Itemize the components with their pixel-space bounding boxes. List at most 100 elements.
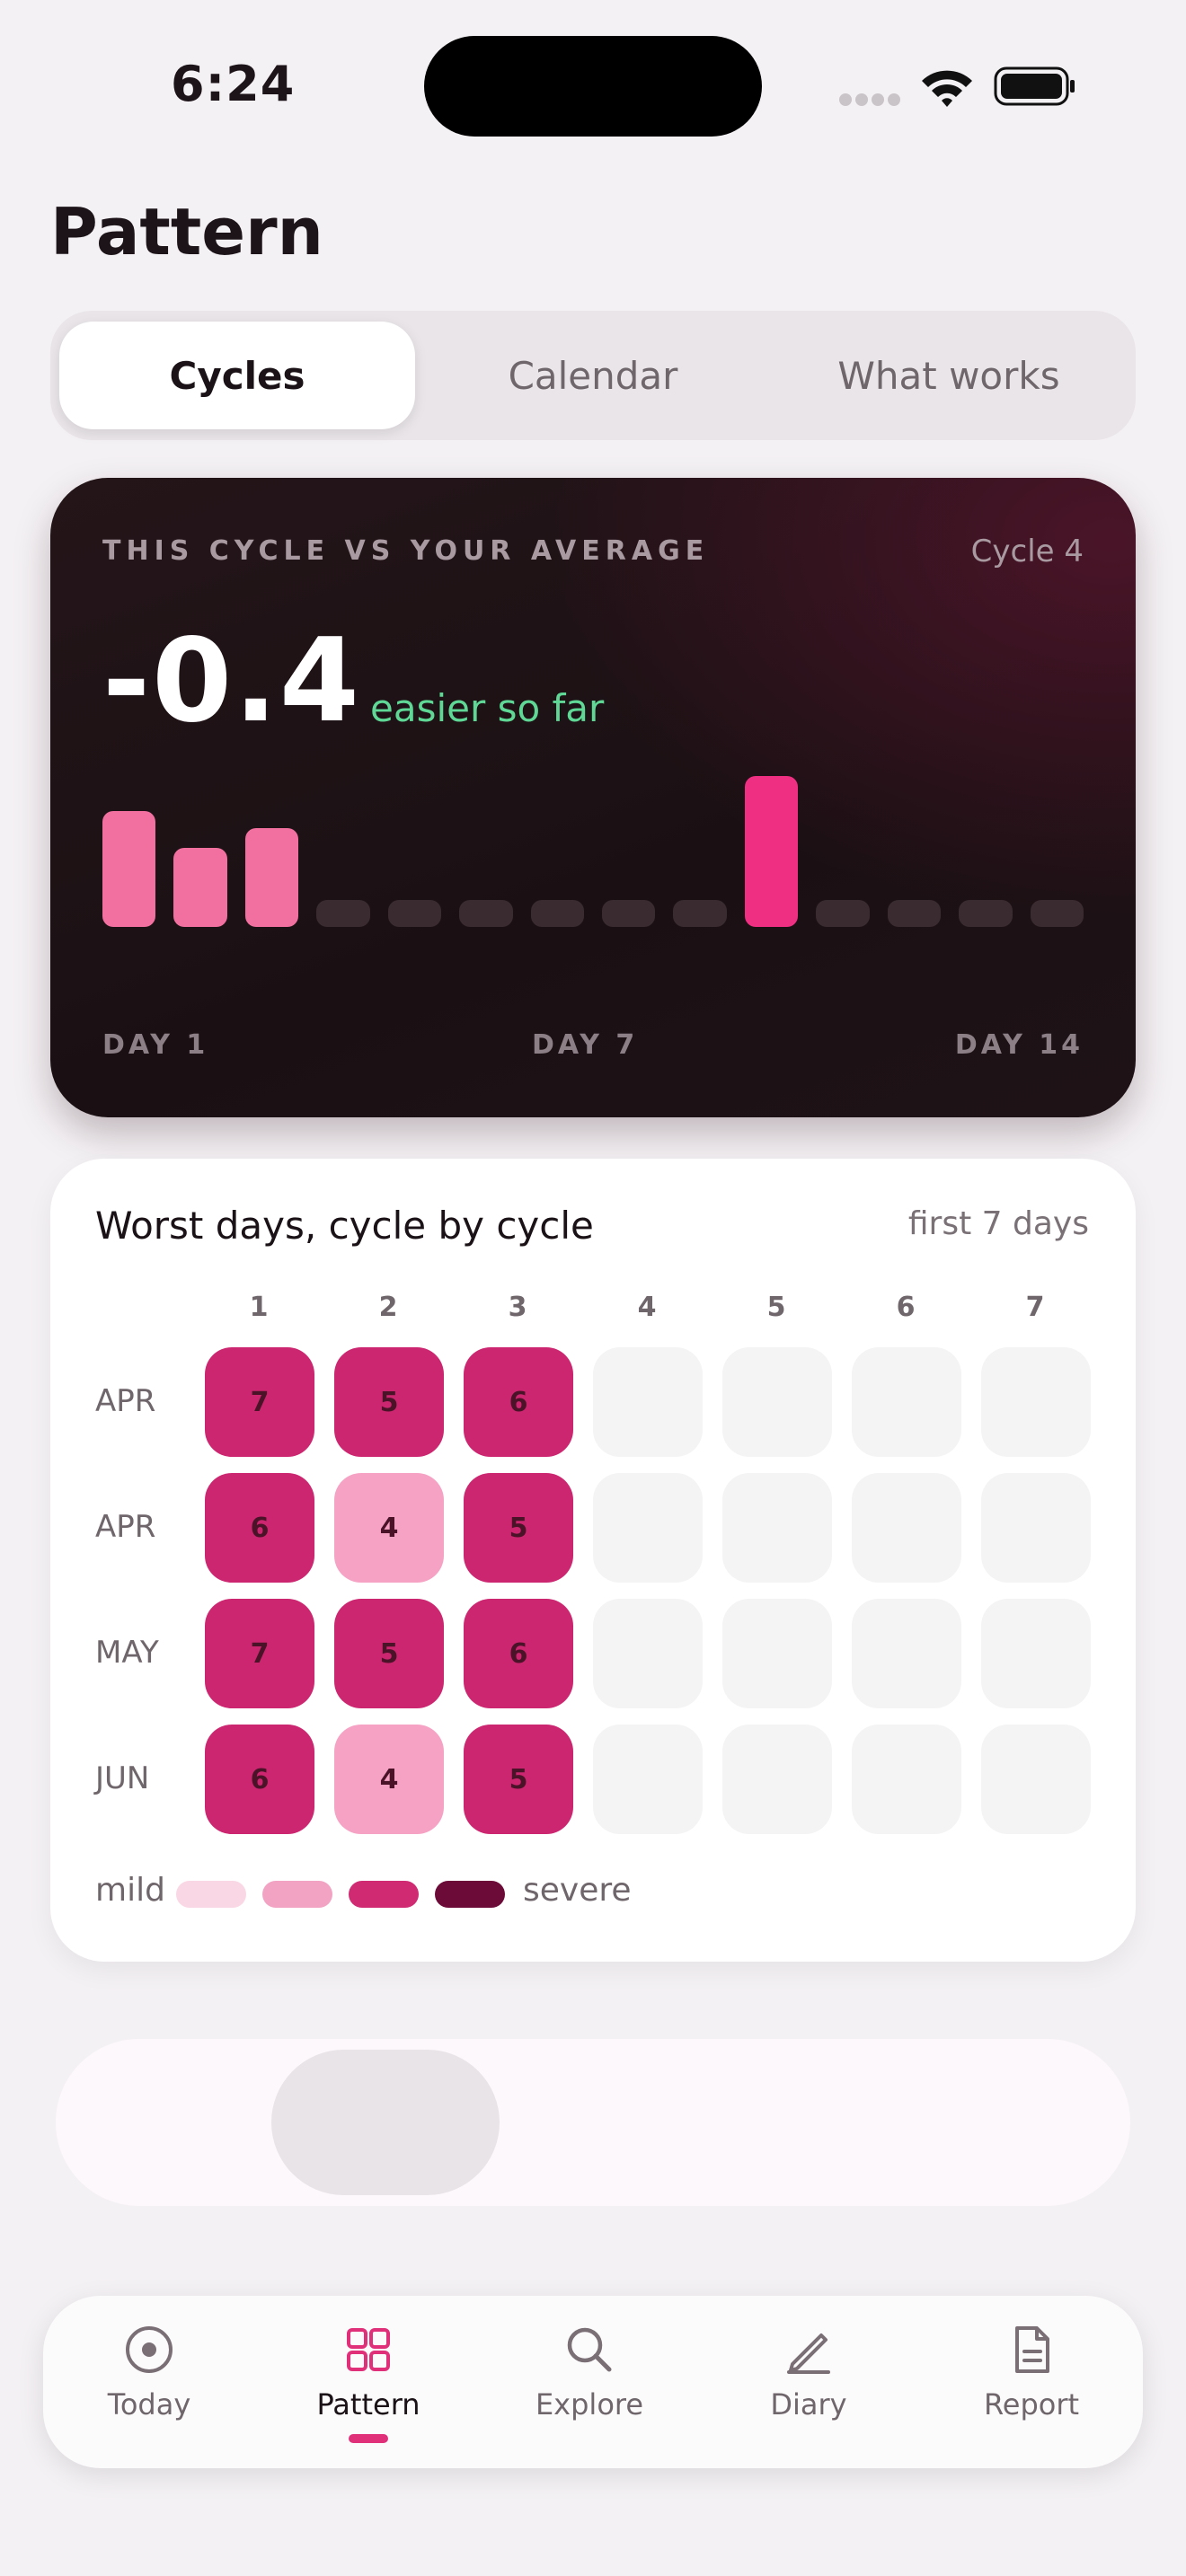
day-bar	[244, 828, 299, 927]
day-column-header: 2	[378, 1292, 398, 1323]
cycle-comparison-card[interactable]: THIS CYCLE VS YOUR AVERAGE Cycle 4 -0.4 …	[50, 478, 1136, 1117]
segment-what-works[interactable]: What works	[771, 311, 1127, 440]
legend-swatch	[176, 1881, 246, 1908]
wifi-icon	[922, 70, 972, 107]
tab-pattern[interactable]: Pattern	[279, 2296, 458, 2468]
severity-cell[interactable]: 5	[334, 1599, 444, 1708]
segment-cycles[interactable]: Cycles	[59, 311, 415, 440]
empty-day-cell	[852, 1725, 961, 1834]
empty-day-bar	[387, 900, 442, 927]
partial-card-pill	[271, 2050, 500, 2195]
cycle-number: Cycle 4	[970, 534, 1084, 569]
severity-cell[interactable]: 5	[464, 1725, 573, 1834]
worst-days-card: Worst days, cycle by cycle first 7 days …	[50, 1159, 1136, 1962]
severity-cell[interactable]: 6	[205, 1725, 314, 1834]
battery-icon	[994, 66, 1075, 106]
empty-day-cell	[852, 1347, 961, 1457]
status-time: 6:24	[171, 56, 296, 112]
cellular-signal-icon	[839, 93, 902, 106]
severity-cell[interactable]: 4	[334, 1725, 444, 1834]
grid-icon	[347, 2328, 390, 2371]
cycle-row-label: MAY	[95, 1635, 159, 1671]
page-title: Pattern	[50, 194, 323, 269]
empty-day-bar	[959, 900, 1013, 927]
empty-day-cell	[981, 1347, 1091, 1457]
empty-day-bar	[316, 900, 370, 927]
tab-label: Today	[107, 2387, 191, 2422]
day-column-header: 5	[766, 1292, 786, 1323]
search-icon	[567, 2327, 612, 2372]
empty-day-cell	[722, 1347, 832, 1457]
cycle-row-label: APR	[95, 1509, 156, 1545]
severity-cell[interactable]: 6	[464, 1347, 573, 1457]
empty-day-cell	[981, 1473, 1091, 1583]
day-label-end: DAY 14	[954, 1029, 1084, 1061]
legend-swatch	[349, 1881, 419, 1908]
tab-label: Pattern	[316, 2387, 420, 2422]
day-column-header: 3	[508, 1292, 527, 1323]
day-column-header: 6	[896, 1292, 916, 1323]
cycle-delta-value: -0.4	[102, 614, 361, 748]
tab-label: Explore	[535, 2387, 644, 2422]
severity-cell[interactable]: 5	[334, 1347, 444, 1457]
app-screen: 6:24 Pattern Cycles Calendar What works …	[0, 0, 1186, 2576]
empty-day-bar	[459, 900, 513, 927]
severity-cell[interactable]: 7	[205, 1599, 314, 1708]
empty-day-bar	[887, 900, 942, 927]
legend-swatch	[262, 1881, 332, 1908]
empty-day-bar	[602, 900, 656, 927]
empty-day-bar	[530, 900, 584, 927]
day-label-start: DAY 1	[102, 1029, 209, 1061]
segment-calendar[interactable]: Calendar	[415, 311, 771, 440]
tab-today[interactable]: Today	[59, 2296, 239, 2468]
segmented-control: Cycles Calendar What works	[50, 311, 1136, 440]
day-bar	[744, 776, 799, 927]
document-icon	[1015, 2326, 1049, 2373]
target-icon	[126, 2326, 173, 2373]
empty-day-cell	[852, 1599, 961, 1708]
dynamic-island	[424, 36, 762, 137]
day-bar	[102, 811, 156, 927]
tab-label: Report	[983, 2387, 1080, 2422]
empty-day-cell	[852, 1473, 961, 1583]
cycle-row-label: APR	[95, 1383, 156, 1419]
tab-diary[interactable]: Diary	[719, 2296, 898, 2468]
empty-day-cell	[593, 1725, 703, 1834]
legend-swatch	[435, 1881, 505, 1908]
empty-day-cell	[981, 1599, 1091, 1708]
empty-day-cell	[722, 1473, 832, 1583]
worst-days-title: Worst days, cycle by cycle	[95, 1204, 594, 1248]
severity-cell[interactable]: 5	[464, 1473, 573, 1583]
cycle-row-label: JUN	[95, 1760, 150, 1796]
severity-cell[interactable]: 7	[205, 1347, 314, 1457]
partial-card[interactable]	[56, 2039, 1130, 2206]
tab-report[interactable]: Report	[942, 2296, 1121, 2468]
legend-severe-label: severe	[523, 1872, 632, 1909]
severity-cell[interactable]: 6	[464, 1599, 573, 1708]
daily-severity-chart	[102, 776, 1084, 927]
empty-day-cell	[722, 1725, 832, 1834]
empty-day-bar	[673, 900, 727, 927]
empty-day-cell	[593, 1599, 703, 1708]
tab-explore[interactable]: Explore	[500, 2296, 679, 2468]
severity-cell[interactable]: 6	[205, 1473, 314, 1583]
empty-day-cell	[722, 1599, 832, 1708]
tab-label: Diary	[770, 2387, 847, 2422]
day-bar	[173, 848, 227, 927]
empty-day-cell	[593, 1473, 703, 1583]
day-column-header: 7	[1025, 1292, 1045, 1323]
active-tab-indicator	[349, 2434, 388, 2443]
day-label-mid: DAY 7	[532, 1029, 639, 1061]
pencil-icon	[787, 2333, 830, 2374]
day-column-header: 4	[637, 1292, 657, 1323]
worst-days-subtitle: first 7 days	[907, 1205, 1089, 1242]
cycle-delta-caption: easier so far	[370, 686, 605, 730]
empty-day-bar	[1030, 900, 1084, 927]
empty-day-bar	[816, 900, 870, 927]
legend-mild-label: mild	[95, 1872, 165, 1909]
empty-day-cell	[981, 1725, 1091, 1834]
cycle-comparison-label: THIS CYCLE VS YOUR AVERAGE	[102, 535, 710, 567]
severity-cell[interactable]: 4	[334, 1473, 444, 1583]
tab-bar: Today Pattern Explore Diary Report	[43, 2296, 1143, 2468]
empty-day-cell	[593, 1347, 703, 1457]
